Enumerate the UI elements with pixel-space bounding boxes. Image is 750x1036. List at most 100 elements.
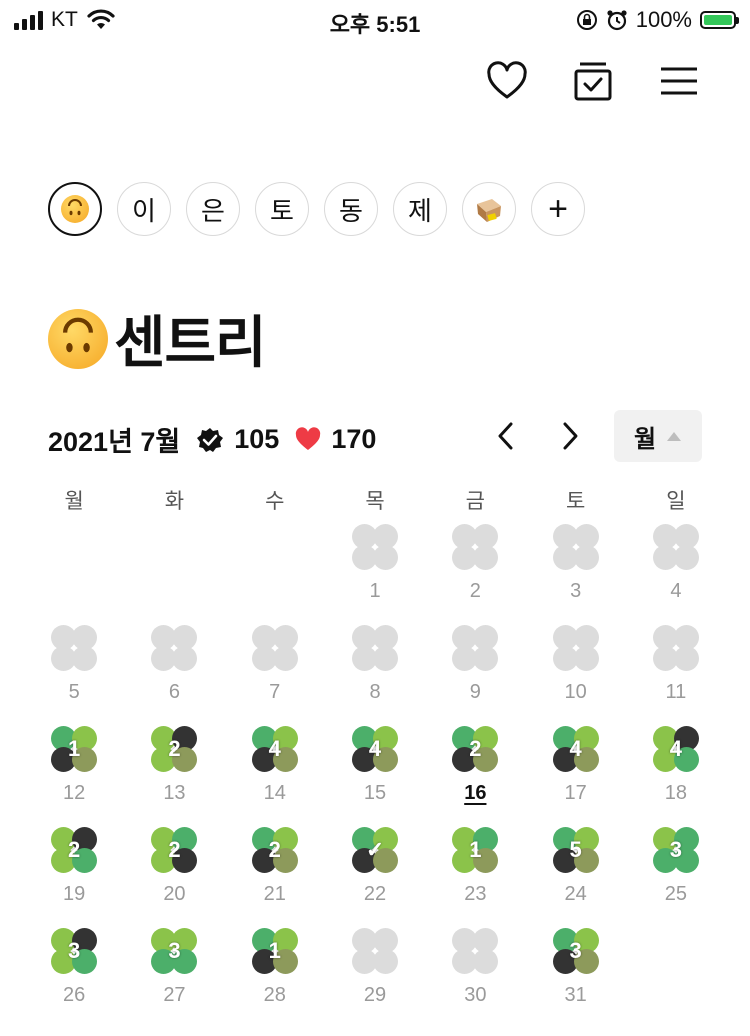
day-count: 2 [268, 837, 281, 862]
heart-button[interactable] [485, 60, 529, 104]
clover-icon [51, 625, 98, 671]
calendar-day-cell[interactable]: 2 [425, 524, 525, 625]
day-number: 22 [363, 883, 387, 905]
day-count: 3 [569, 938, 582, 963]
calendar-day-cell[interactable]: 3 31 [525, 928, 625, 1029]
day-number: 21 [263, 883, 286, 905]
calendar-day-cell[interactable]: 1 12 [24, 726, 124, 827]
calendar-day-cell[interactable]: 1 23 [425, 827, 525, 928]
day-number: 7 [269, 681, 281, 703]
day-count: 3 [68, 938, 81, 963]
chip-category-2[interactable]: 은 [186, 182, 240, 236]
next-month-button[interactable] [550, 414, 590, 458]
clover-icon: 3 [552, 928, 599, 974]
calendar-day-cell[interactable]: 5 [24, 625, 124, 726]
day-count [51, 625, 97, 671]
weekday-label: 일 [666, 490, 686, 513]
clover-icon: 2 [51, 827, 98, 873]
chip-category-5[interactable]: 제 [393, 182, 447, 236]
calendar-day-cell[interactable]: 2 13 [124, 726, 224, 827]
day-number: 16 [464, 782, 487, 804]
day-number: 17 [564, 782, 587, 804]
calendar-day-cell[interactable]: 4 18 [626, 726, 726, 827]
clover-icon: 2 [151, 726, 198, 772]
calendar-empty-cell [225, 524, 325, 625]
clover-icon: ✓ [352, 827, 399, 873]
clover-icon: 2 [452, 726, 499, 772]
calendar-day-cell[interactable]: 2 19 [24, 827, 124, 928]
chip-image-category[interactable] [462, 182, 516, 236]
day-number: 13 [163, 782, 186, 804]
day-number: 24 [564, 883, 587, 905]
calendar-day-cell[interactable]: 9 [425, 625, 525, 726]
status-right: 100% [576, 7, 739, 33]
add-category-button[interactable]: + [531, 182, 585, 236]
day-count: 5 [569, 837, 582, 862]
day-number: 12 [63, 782, 86, 804]
calendar-day-cell[interactable]: ✓ 22 [325, 827, 425, 928]
calendar-empty-cell [124, 524, 224, 625]
day-number: 31 [564, 984, 587, 1006]
day-count: 4 [569, 736, 582, 761]
daily-check-button[interactable] [571, 60, 615, 104]
clover-icon [151, 625, 198, 671]
calendar-day-cell[interactable]: 2 20 [124, 827, 224, 928]
calendar-day-cell[interactable]: 30 [425, 928, 525, 1029]
calendar-day-cell[interactable]: 3 25 [626, 827, 726, 928]
weekday-label: 목 [365, 490, 385, 513]
clover-icon [352, 524, 399, 570]
day-number: 20 [163, 883, 186, 905]
calendar-day-cell[interactable]: 6 [124, 625, 224, 726]
rotation-lock-icon [576, 10, 597, 30]
calendar-day-cell[interactable]: 2 16 [425, 726, 525, 827]
view-mode-dropdown[interactable]: 월 [614, 410, 702, 462]
chip-category-3[interactable]: 토 [255, 182, 309, 236]
day-number: 11 [665, 681, 687, 703]
chip-category-1[interactable]: 이 [117, 182, 171, 236]
day-number: 25 [664, 883, 688, 905]
day-count [151, 625, 197, 671]
day-count [452, 524, 498, 570]
day-number: 1 [369, 580, 381, 602]
day-count: 3 [669, 837, 683, 862]
chip-category-4[interactable]: 동 [324, 182, 378, 236]
calendar-empty-cell [24, 524, 124, 625]
calendar-day-cell[interactable]: 1 28 [225, 928, 325, 1029]
clover-icon: 4 [251, 726, 298, 772]
box-image-icon [477, 199, 501, 222]
calendar-day-cell[interactable]: 4 15 [325, 726, 425, 827]
day-number: 14 [263, 782, 286, 804]
clover-icon: 4 [652, 726, 699, 772]
day-count: 2 [168, 837, 181, 862]
title-text: 센트리 [114, 311, 267, 374]
chip-upside-down-face[interactable] [48, 182, 102, 236]
clover-icon [452, 524, 499, 570]
day-count [352, 928, 398, 974]
calendar-day-cell[interactable]: 5 24 [525, 827, 625, 928]
calendar-day-cell[interactable]: 7 [225, 625, 325, 726]
calendar-day-cell[interactable]: 10 [525, 625, 625, 726]
calendar-day-cell[interactable]: 4 [626, 524, 726, 625]
calendar-day-cell[interactable]: 11 [626, 625, 726, 726]
day-number: 10 [564, 681, 587, 703]
calendar-day-cell[interactable]: 4 17 [525, 726, 625, 827]
calendar-day-cell[interactable]: 4 14 [225, 726, 325, 827]
clover-icon [552, 524, 599, 570]
calendar-day-cell[interactable]: 3 27 [124, 928, 224, 1029]
page-title: 센트리 [48, 298, 267, 379]
menu-button[interactable] [657, 60, 701, 104]
like-count: 170 [331, 424, 377, 454]
calendar-day-cell[interactable]: 2 21 [225, 827, 325, 928]
prev-month-button[interactable] [486, 414, 526, 458]
calendar-day-cell[interactable]: 8 [325, 625, 425, 726]
day-number: 18 [664, 782, 688, 804]
chevron-right-icon [563, 422, 578, 450]
calendar-day-cell[interactable]: 29 [325, 928, 425, 1029]
calendar-day-cell[interactable]: 3 [525, 524, 625, 625]
clover-icon: 1 [51, 726, 98, 772]
day-count: 2 [469, 736, 482, 761]
calendar-day-cell[interactable]: 3 26 [24, 928, 124, 1029]
day-number: 23 [464, 883, 487, 905]
calendar-day-cell[interactable]: 1 [325, 524, 425, 625]
clover-icon: 4 [552, 726, 599, 772]
